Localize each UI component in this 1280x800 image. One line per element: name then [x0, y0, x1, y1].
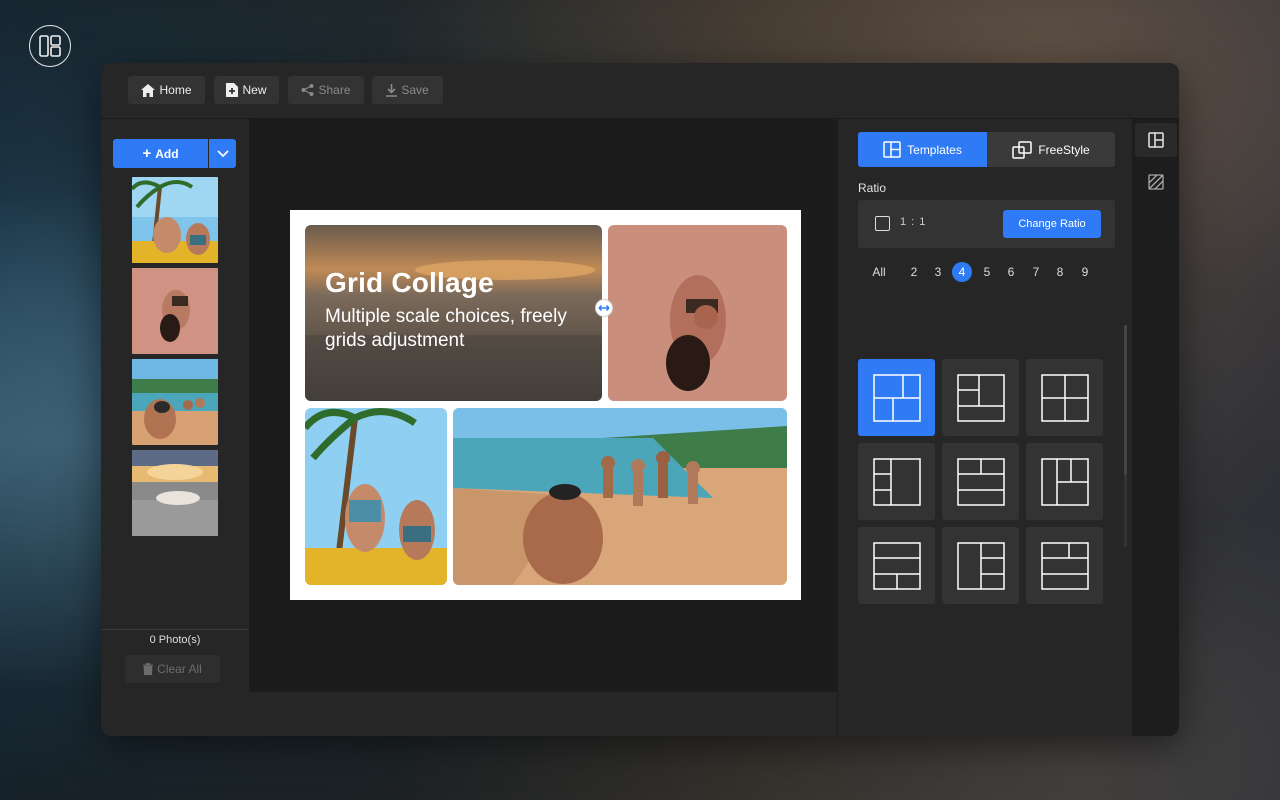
share-icon — [301, 84, 314, 96]
home-label: Home — [159, 83, 192, 97]
photo-count-filter: All 2 3 4 5 6 7 8 9 — [858, 261, 1118, 285]
ratio-label: Ratio — [858, 181, 887, 195]
freestyle-label: FreeStyle — [1038, 142, 1090, 157]
count-filter-3[interactable]: 3 — [928, 261, 948, 283]
template-option[interactable] — [858, 443, 935, 520]
count-filter-4[interactable]: 4 — [952, 262, 972, 282]
resize-handle[interactable] — [595, 299, 613, 317]
template-option[interactable] — [1026, 443, 1103, 520]
ratio-value: 1 : 1 — [900, 216, 927, 228]
collage-subtitle: Multiple scale choices, freely grids adj… — [325, 306, 567, 351]
template-option[interactable] — [1026, 527, 1103, 604]
scrollbar-thumb[interactable] — [1124, 325, 1127, 475]
template-option[interactable] — [942, 359, 1019, 436]
photo-thumbnail[interactable] — [132, 177, 218, 263]
share-button[interactable]: Share — [288, 76, 364, 104]
template-layout-icon — [1040, 541, 1089, 590]
layout-icon — [1148, 132, 1164, 148]
template-layout-icon — [956, 373, 1005, 422]
layout-grid-icon[interactable] — [29, 25, 71, 67]
double-arrow-icon — [598, 304, 610, 312]
change-ratio-button[interactable]: Change Ratio — [1003, 210, 1101, 238]
overlap-icon — [1012, 140, 1033, 159]
save-icon — [386, 83, 398, 97]
layout-icon — [883, 141, 901, 158]
add-label: Add — [155, 146, 179, 161]
add-button[interactable]: + Add — [113, 139, 208, 168]
side-rail — [1132, 119, 1179, 736]
template-layout-icon — [872, 373, 921, 422]
rail-background-button[interactable] — [1135, 165, 1177, 199]
template-layout-icon — [1040, 457, 1089, 506]
home-button[interactable]: Home — [128, 76, 205, 104]
template-layout-icon — [872, 457, 921, 506]
save-label: Save — [401, 83, 429, 97]
photo-thumbnail[interactable] — [132, 359, 218, 445]
count-filter-8[interactable]: 8 — [1050, 261, 1070, 283]
tab-freestyle[interactable]: FreeStyle — [987, 132, 1115, 167]
template-option[interactable] — [1026, 359, 1103, 436]
template-layout-icon — [872, 541, 921, 590]
ratio-box: 1 : 1 Change Ratio — [858, 200, 1115, 248]
plus-icon: + — [142, 144, 152, 162]
collage-cell[interactable] — [453, 408, 787, 585]
template-layout-icon — [956, 541, 1005, 590]
collage-canvas: Grid Collage Multiple scale choices, fre… — [290, 210, 801, 600]
ratio-checkbox[interactable] — [875, 216, 890, 231]
template-layout-icon — [1040, 373, 1089, 422]
rail-layout-button[interactable] — [1135, 123, 1177, 157]
save-button[interactable]: Save — [372, 76, 443, 104]
trash-icon — [143, 663, 154, 675]
photo-thumbnail[interactable] — [132, 450, 218, 536]
tab-templates[interactable]: Templates — [858, 132, 987, 167]
collage-cell[interactable] — [608, 225, 787, 401]
template-option[interactable] — [858, 527, 935, 604]
photo-count: 0 Photo(s) — [101, 629, 249, 649]
template-layout-icon — [956, 457, 1005, 506]
templates-label: Templates — [907, 142, 962, 157]
photo-list-panel: + Add 0 Photo(s) Clear All — [101, 119, 249, 692]
collage-cell[interactable] — [305, 408, 447, 585]
add-dropdown-button[interactable] — [209, 139, 236, 168]
template-option[interactable] — [942, 527, 1019, 604]
clear-all-button[interactable]: Clear All — [125, 655, 220, 683]
share-label: Share — [318, 83, 351, 97]
count-filter-7[interactable]: 7 — [1026, 261, 1046, 283]
clear-all-label: Clear All — [157, 662, 202, 676]
new-file-icon — [226, 83, 239, 97]
collage-title: Grid Collage — [325, 267, 494, 298]
chevron-down-icon — [216, 149, 229, 157]
count-filter-5[interactable]: 5 — [977, 261, 997, 283]
hatch-icon — [1148, 174, 1164, 190]
bottom-bar — [101, 692, 837, 736]
collage-canvas-area: Grid Collage Multiple scale choices, fre… — [249, 119, 837, 692]
templates-scrollbar[interactable] — [1124, 325, 1127, 547]
collage-cell[interactable]: Grid Collage Multiple scale choices, fre… — [305, 225, 602, 401]
new-button[interactable]: New — [214, 76, 279, 104]
count-filter-2[interactable]: 2 — [904, 261, 924, 283]
new-label: New — [242, 83, 267, 97]
toolbar: Home New Share Save — [101, 63, 1179, 119]
templates-panel: Templates FreeStyle Ratio 1 : 1 Change R… — [838, 119, 1132, 736]
collage-caption: Grid Collage Multiple scale choices, fre… — [325, 267, 595, 353]
count-filter-all[interactable]: All — [858, 261, 900, 283]
count-filter-9[interactable]: 9 — [1075, 261, 1095, 283]
home-icon — [141, 83, 156, 97]
count-filter-6[interactable]: 6 — [1001, 261, 1021, 283]
app-window: Home New Share Save + Add 0 Photo(s) Cle… — [101, 63, 1179, 736]
photo-thumbnail[interactable] — [132, 268, 218, 354]
template-option[interactable] — [942, 443, 1019, 520]
template-option[interactable] — [858, 359, 935, 436]
